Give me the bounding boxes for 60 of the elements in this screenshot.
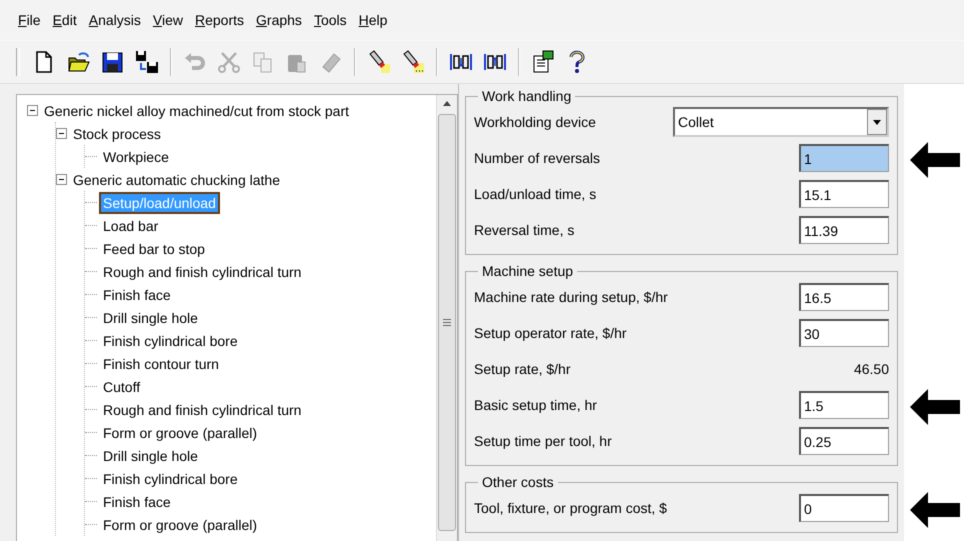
tree-item[interactable]: Stock process bbox=[71, 124, 163, 142]
tree-item[interactable]: Finish face bbox=[101, 286, 173, 304]
input-field[interactable]: 15.1 bbox=[799, 180, 889, 208]
report-icon bbox=[531, 50, 555, 74]
field-label: Machine rate during setup, $/hr bbox=[474, 289, 669, 305]
scrollbar[interactable] bbox=[436, 95, 457, 541]
tree-item[interactable]: Finish contour turn bbox=[101, 354, 221, 372]
input-field[interactable]: 11.39 bbox=[799, 216, 889, 244]
save-icon bbox=[101, 50, 125, 74]
tree-item[interactable]: Form or groove (parallel) bbox=[101, 516, 260, 534]
tree-item[interactable]: Finish cylindrical bore bbox=[101, 470, 240, 488]
field-label: Reversal time, s bbox=[474, 222, 576, 238]
field-label: Load/unload time, s bbox=[474, 186, 598, 202]
group-title: Work handling bbox=[481, 88, 572, 104]
input-field[interactable]: 16.5 bbox=[799, 283, 889, 311]
scissors-icon bbox=[217, 50, 241, 74]
collapse-toggle[interactable] bbox=[56, 174, 67, 185]
tree-item[interactable]: Drill single hole bbox=[101, 446, 200, 464]
menu-item[interactable]: Help bbox=[352, 12, 394, 28]
highlighter-dots-icon bbox=[401, 50, 425, 74]
field-label: Setup operator rate, $/hr bbox=[474, 325, 628, 341]
menu-item[interactable]: Graphs bbox=[250, 12, 308, 28]
tree-item[interactable]: Workpiece bbox=[101, 148, 171, 166]
open-folder-icon bbox=[67, 50, 91, 74]
field-label: Setup rate, $/hr bbox=[474, 361, 572, 377]
field-label: Basic setup time, hr bbox=[474, 397, 598, 413]
input-field[interactable]: 30 bbox=[799, 319, 889, 347]
field-label: Setup time per tool, hr bbox=[474, 433, 613, 449]
input-field[interactable]: 1.5 bbox=[799, 391, 889, 419]
highlighter-icon bbox=[367, 50, 391, 74]
input-field[interactable]: 1 bbox=[799, 144, 889, 172]
tree-item[interactable]: Form or groove (parallel) bbox=[101, 424, 260, 442]
tree-item[interactable]: Finish cylindrical bore bbox=[101, 332, 240, 350]
menu-item[interactable]: Tools bbox=[308, 12, 353, 28]
value-text: 46.50 bbox=[852, 361, 889, 377]
input-field[interactable]: 0.25 bbox=[799, 427, 889, 455]
tree-item[interactable]: Generic automatic chucking lathe bbox=[71, 170, 282, 188]
tree-item[interactable]: Load bar bbox=[101, 216, 160, 234]
tree-item[interactable]: Rough and finish cylindrical turn bbox=[101, 400, 304, 418]
menu-item[interactable]: File bbox=[12, 12, 47, 28]
menu-item[interactable]: Edit bbox=[46, 12, 83, 28]
menu-item[interactable]: Analysis bbox=[82, 12, 147, 28]
tree-item[interactable]: Generic nickel alloy machined/cut from stock part bbox=[42, 102, 352, 120]
tree-item[interactable]: Finish face bbox=[101, 492, 173, 510]
menu-item[interactable]: View bbox=[146, 12, 189, 28]
save-as-icon bbox=[135, 50, 159, 74]
tree-item[interactable]: Feed bar to stop bbox=[101, 240, 207, 258]
collapse-toggle[interactable] bbox=[27, 105, 38, 116]
field-label: Workholding device bbox=[474, 114, 597, 130]
group-title: Machine setup bbox=[481, 263, 574, 279]
field-label: Number of reversals bbox=[474, 150, 602, 166]
group-title: Other costs bbox=[481, 474, 555, 490]
tree-item[interactable]: Rough and finish cylindrical turn bbox=[101, 262, 304, 280]
field-label: Tool, fixture, or program cost, $ bbox=[474, 500, 668, 516]
tree-item[interactable]: Drill single hole bbox=[101, 308, 200, 326]
menu-item[interactable]: Reports bbox=[188, 12, 250, 28]
input-field[interactable]: 0 bbox=[799, 494, 889, 522]
dropdown[interactable]: Collet bbox=[673, 107, 889, 137]
tree-item[interactable]: Cutoff bbox=[101, 378, 142, 396]
collapse-toggle[interactable] bbox=[56, 128, 67, 139]
